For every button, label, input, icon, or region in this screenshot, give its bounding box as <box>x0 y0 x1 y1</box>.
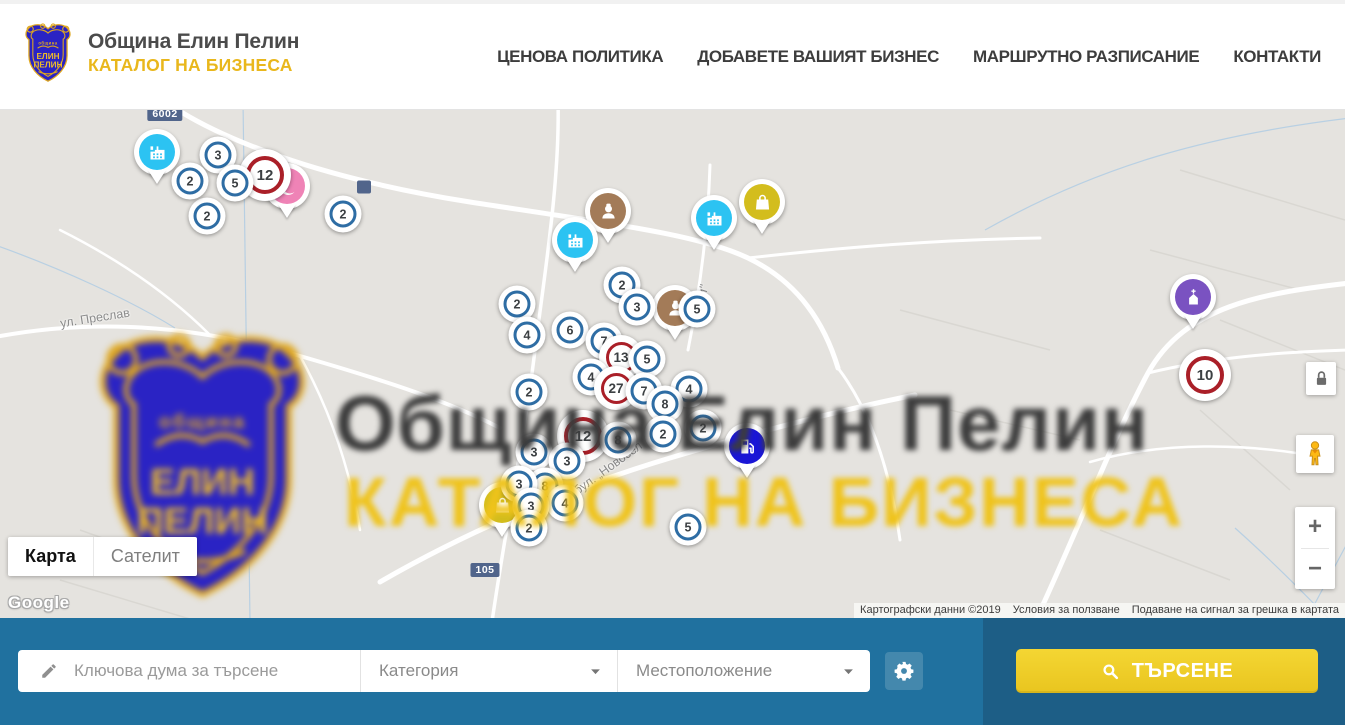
gear-icon <box>893 660 915 682</box>
logo-link[interactable]: община ЕЛИН ПЕЛИН Община Елин Пелин КАТА… <box>22 22 299 84</box>
search-button-label: ТЪРСЕНЕ <box>1132 660 1234 683</box>
pegman-button[interactable] <box>1296 435 1334 473</box>
zoom-out-button[interactable]: − <box>1295 549 1335 590</box>
cluster-marker[interactable]: 3 <box>619 289 656 326</box>
nav-item-add-business[interactable]: ДОБАВЕТЕ ВАШИЯТ БИЗНЕС <box>697 47 939 67</box>
svg-text:община: община <box>38 40 57 45</box>
keyword-search-input[interactable] <box>72 660 326 682</box>
cluster-marker[interactable]: 2 <box>189 198 226 235</box>
attribution-report-link[interactable]: Подаване на сигнал за грешка в картата <box>1126 603 1345 618</box>
cluster-marker[interactable]: 2 <box>645 416 682 453</box>
pin-factory[interactable] <box>691 195 737 259</box>
location-select[interactable]: Местоположение <box>617 650 870 692</box>
zoom-control: + − <box>1295 507 1335 589</box>
satellite-view-button[interactable]: Сателит <box>93 537 197 576</box>
attribution-copyright: Картографски данни ©2019 <box>854 603 1007 618</box>
cluster-marker[interactable]: 5 <box>670 509 707 546</box>
zoom-in-button[interactable]: + <box>1295 507 1335 548</box>
pencil-icon <box>40 662 58 680</box>
chevron-down-icon <box>843 668 854 675</box>
search-icon <box>1101 662 1120 681</box>
cluster-marker[interactable]: 2 <box>685 410 722 447</box>
road-shield: 105 <box>470 563 499 577</box>
search-bar: Категория Местоположение ТЪРСЕНЕ <box>0 618 1345 725</box>
map-type-control: Карта Сателит <box>8 537 197 576</box>
municipality-emblem-icon: община ЕЛИН ПЕЛИН <box>22 22 74 84</box>
settings-button[interactable] <box>885 652 923 690</box>
road-shield: 6002 <box>147 110 182 121</box>
cluster-marker[interactable]: 2 <box>511 510 548 547</box>
google-logo[interactable]: Google <box>8 593 70 613</box>
pin-factory[interactable] <box>552 217 598 281</box>
cluster-marker[interactable]: 5 <box>217 165 254 202</box>
cluster-marker[interactable]: 8 <box>600 422 637 459</box>
category-select[interactable]: Категория <box>360 650 617 692</box>
pin-bag[interactable] <box>739 179 785 243</box>
nav-item-pricing[interactable]: ЦЕНОВА ПОЛИТИКА <box>497 47 663 67</box>
cluster-marker[interactable]: 4 <box>509 317 546 354</box>
search-button[interactable]: ТЪРСЕНЕ <box>1016 649 1318 693</box>
search-filters-group: Категория Местоположение <box>18 650 870 692</box>
logo-subtitle: КАТАЛОГ НА БИЗНЕСА <box>88 55 299 76</box>
nav-item-contacts[interactable]: КОНТАКТИ <box>1233 47 1321 67</box>
cluster-marker[interactable]: 5 <box>679 291 716 328</box>
cluster-marker[interactable]: 2 <box>172 163 209 200</box>
lock-icon <box>1313 369 1330 388</box>
pin-church[interactable] <box>1170 274 1216 338</box>
cluster-marker[interactable]: 2 <box>511 374 548 411</box>
svg-text:ЕЛИН: ЕЛИН <box>36 52 59 61</box>
category-select-label: Категория <box>379 661 458 681</box>
svg-text:ПЕЛИН: ПЕЛИН <box>34 61 63 70</box>
keyword-section <box>18 650 360 692</box>
window: { "emblem": {"top": "община", "name1": "… <box>0 0 1345 725</box>
logo-title: Община Елин Пелин <box>88 30 299 54</box>
attribution-terms-link[interactable]: Условия за ползване <box>1007 603 1126 618</box>
lock-button[interactable] <box>1306 362 1336 395</box>
map-view-button[interactable]: Карта <box>8 537 93 576</box>
location-select-label: Местоположение <box>636 661 772 681</box>
map-canvas[interactable]: ул. Преславции"бул. „Новосел6002105 2321… <box>0 110 1345 618</box>
chevron-down-icon <box>590 668 601 675</box>
cluster-marker[interactable]: 2 <box>325 196 362 233</box>
nav-item-schedule[interactable]: МАРШРУТНО РАЗПИСАНИЕ <box>973 47 1199 67</box>
cluster-marker[interactable]: 4 <box>547 485 584 522</box>
main-nav: ЦЕНОВА ПОЛИТИКА ДОБАВЕТЕ ВАШИЯТ БИЗНЕС М… <box>497 4 1321 110</box>
header: община ЕЛИН ПЕЛИН Община Елин Пелин КАТА… <box>0 0 1345 110</box>
cluster-marker[interactable]: 10 <box>1179 349 1231 401</box>
road-shield <box>357 181 371 194</box>
map-attribution: Картографски данни ©2019 Условия за полз… <box>854 603 1345 618</box>
pegman-icon <box>1302 440 1328 468</box>
pin-fuel[interactable] <box>724 423 770 487</box>
cluster-marker[interactable]: 6 <box>552 312 589 349</box>
